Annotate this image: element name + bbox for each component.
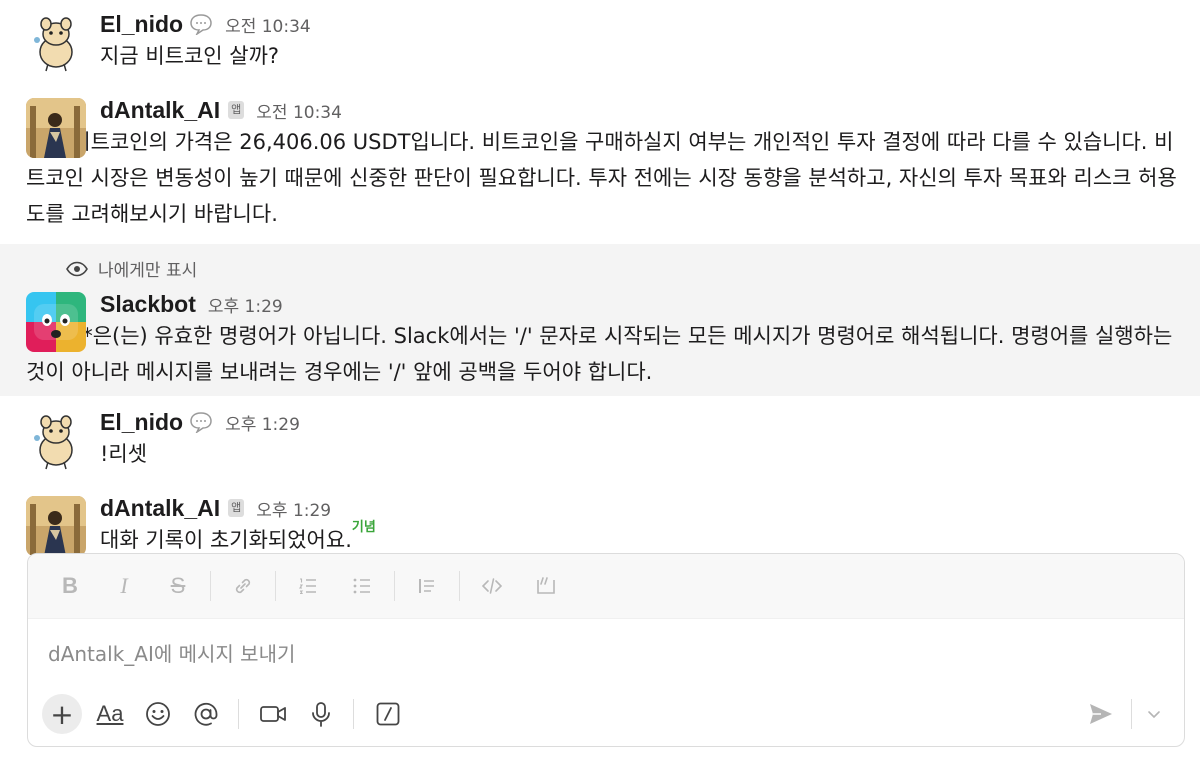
toolbar-divider [238,699,239,729]
message-text: 지금 비트코인 살까? [100,44,280,68]
slash-command-icon[interactable] [368,694,408,734]
plus-icon[interactable]: + [42,694,82,734]
avatar[interactable] [26,412,86,472]
ephemeral-message-block: 나에게만 표시 Slackbot 오후 1:29 */리셋*은(는) 유효한 명… [0,244,1200,396]
avatar[interactable] [26,98,86,158]
bulleted-list-icon[interactable] [342,566,382,606]
author-name[interactable]: El_nido [100,11,183,38]
video-icon[interactable] [253,694,293,734]
avatar[interactable] [26,14,86,74]
send-controls [1081,694,1170,734]
blockquote-icon[interactable] [407,566,447,606]
message-text: */리셋*은(는) 유효한 명령어가 아닙니다. Slack에서는 '/' 문자… [26,324,1173,384]
bold-icon[interactable]: B [50,566,90,606]
sticker-emoji: 기념 [351,520,376,535]
strikethrough-icon[interactable]: S [158,566,198,606]
avatar[interactable] [26,496,86,555]
message-text: 대화 기록이 초기화되었어요. [100,528,352,552]
microphone-icon[interactable] [301,694,341,734]
eye-icon [66,261,88,277]
author-name[interactable]: Slackbot [100,291,196,318]
author-name[interactable]: dAntalk_AI [100,97,220,124]
message-item: Slackbot 오후 1:29 */리셋*은(는) 유효한 명령어가 아닙니다… [0,290,1200,390]
app-badge: 앱 [228,101,245,119]
timestamp[interactable]: 오후 1:29 [225,410,300,435]
message-text-row: 대화 기록이 초기화되었어요.기념 [100,520,1180,555]
avatar[interactable] [26,292,86,352]
timestamp[interactable]: 오전 10:34 [225,12,311,37]
message-text: !리셋 [100,442,148,466]
timestamp[interactable]: 오후 1:29 [208,292,283,317]
send-icon[interactable] [1081,694,1121,734]
emoji-icon[interactable] [138,694,178,734]
visibility-note: 나에게만 표시 [66,256,197,281]
message-text: 현재 비트코인의 가격은 26,406.06 USDT입니다. 비트코인을 구매… [26,130,1177,226]
toolbar-divider [1131,699,1132,729]
code-icon[interactable] [472,566,512,606]
toolbar-divider [275,571,276,601]
message-input[interactable]: dAntalk_AI에 메시지 보내기 [28,619,1184,685]
app-badge: 앱 [228,499,245,517]
code-block-icon[interactable] [526,566,566,606]
message-list: El_nido 오전 10:34 지금 비트코인 살까? dAntalk_AI … [0,0,1200,555]
speech-bubble-icon [189,411,213,433]
toolbar-divider [210,571,211,601]
toolbar-divider [459,571,460,601]
author-name[interactable]: dAntalk_AI [100,495,220,522]
italic-icon[interactable]: I [104,566,144,606]
message-item: El_nido 오후 1:29 !리셋 [0,408,1200,472]
mention-icon[interactable] [186,694,226,734]
composer-actions: + Aa [42,694,1170,734]
timestamp[interactable]: 오전 10:34 [256,98,342,123]
toolbar-divider [394,571,395,601]
message-item: dAntalk_AI 앱 오후 1:29 대화 기록이 초기화되었어요.기념 [0,494,1200,555]
toolbar-divider [353,699,354,729]
message-item: dAntalk_AI 앱 오전 10:34 현재 비트코인의 가격은 26,40… [0,96,1200,232]
speech-bubble-icon [189,13,213,35]
message-item: El_nido 오전 10:34 지금 비트코인 살까? [0,10,1200,74]
format-toggle-icon[interactable]: Aa [90,694,130,734]
author-name[interactable]: El_nido [100,409,183,436]
timestamp[interactable]: 오후 1:29 [256,496,331,521]
ordered-list-icon[interactable] [288,566,328,606]
visibility-note-text: 나에게만 표시 [98,261,198,281]
link-icon[interactable] [223,566,263,606]
message-composer: B I S dAntalk_AI에 메시지 보내기 + Aa [27,553,1185,747]
chevron-down-icon[interactable] [1142,694,1166,734]
formatting-toolbar: B I S [28,554,1184,619]
